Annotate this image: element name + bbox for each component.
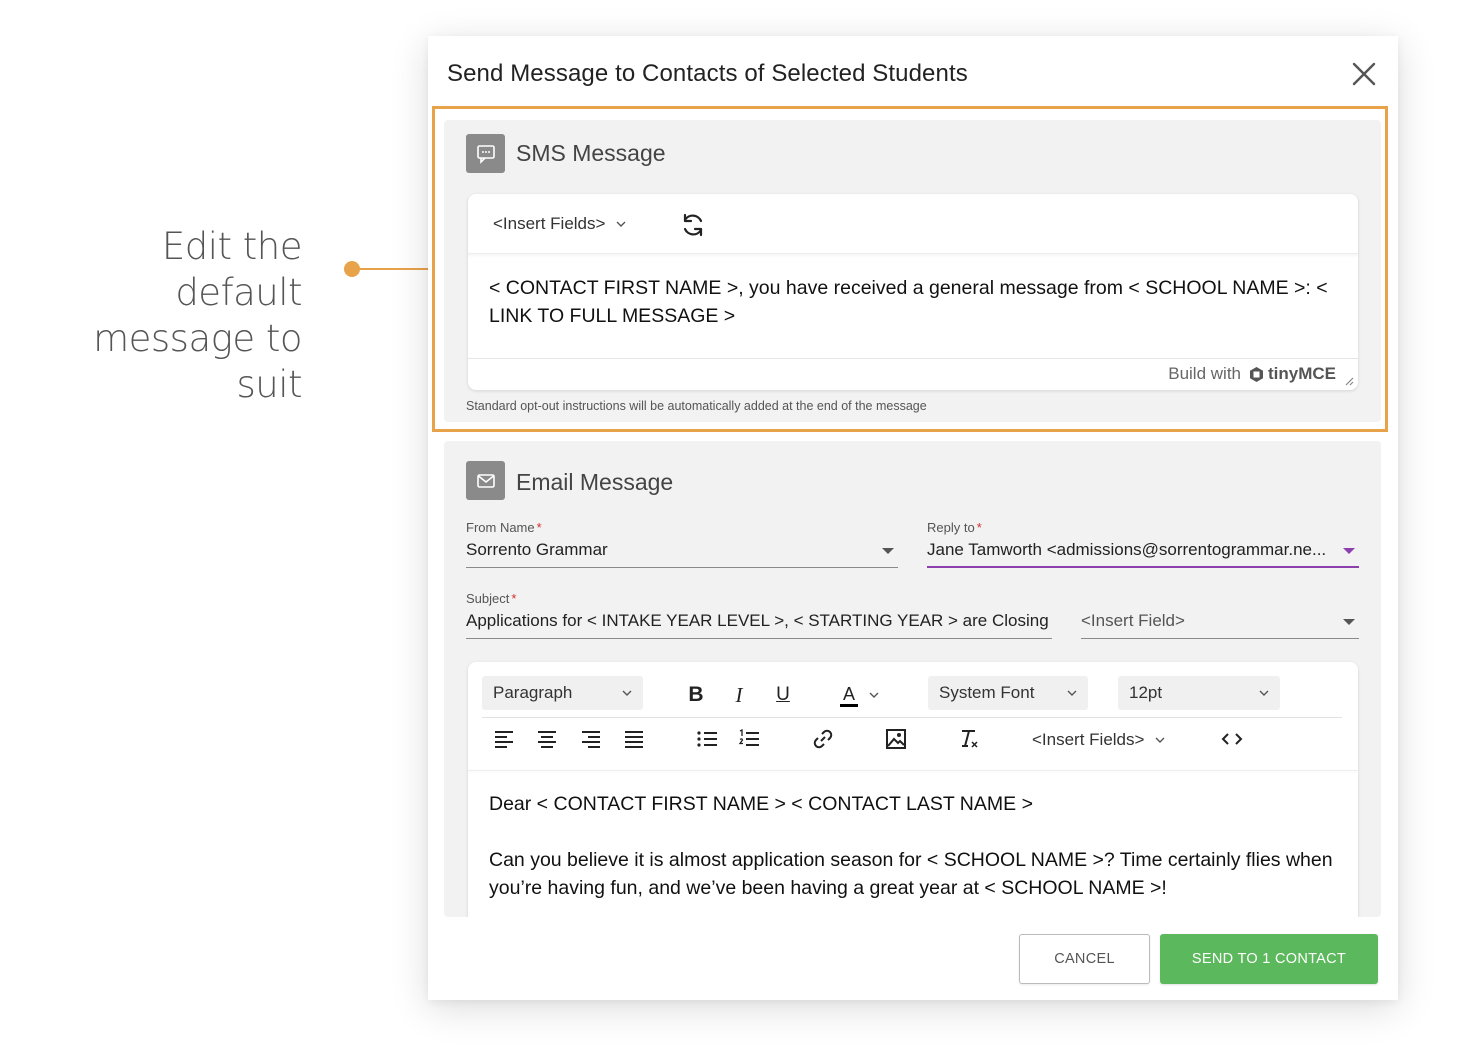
sms-insert-fields-dropdown[interactable]: <Insert Fields> [493,214,627,234]
chevron-down-icon [869,692,879,698]
email-insert-fields-dropdown[interactable]: <Insert Fields> [1032,730,1166,750]
subject-label: Subject * [466,591,517,606]
align-center-icon[interactable] [532,724,562,754]
block-format-select[interactable]: Paragraph [482,676,643,710]
from-name-label: From Name * [466,520,542,535]
chevron-down-icon [1259,690,1269,696]
build-with-credit[interactable]: Build with tinyMCE [1168,364,1336,384]
reply-to-select[interactable]: Jane Tamworth <admissions@sorrentogramma… [927,538,1359,568]
close-icon[interactable] [1348,58,1380,90]
chevron-down-icon [622,690,632,696]
email-greeting: Dear < CONTACT FIRST NAME > < CONTACT LA… [489,793,1033,815]
resize-handle-icon[interactable] [1342,374,1354,386]
subject-insert-field-value: <Insert Field> [1081,611,1185,630]
chevron-down-icon [1067,690,1077,696]
email-section-title: Email Message [516,469,674,495]
dropdown-caret-icon [1343,548,1355,554]
block-format-value: Paragraph [493,683,573,702]
chat-bubble-icon [466,134,505,173]
email-body-text[interactable]: Dear < CONTACT FIRST NAME > < CONTACT LA… [489,790,1349,917]
email-editor[interactable]: Paragraph B I U A System Font 12pt <Inse… [468,662,1358,917]
source-code-icon[interactable] [1217,724,1247,754]
chevron-down-icon [1155,737,1165,743]
subject-insert-field-select[interactable]: <Insert Field> [1081,609,1359,639]
bold-button[interactable]: B [681,680,711,710]
chevron-down-icon [616,221,626,227]
underline-button[interactable]: U [768,680,798,710]
refresh-icon[interactable] [678,210,708,240]
email-toolbar-row-2: <Insert Fields> [482,718,1342,762]
dialog-title: Send Message to Contacts of Selected Stu… [447,60,968,87]
sms-editor-statusbar: Build with tinyMCE [468,358,1358,390]
email-section: Email Message From Name * Sorrento Gramma… [444,441,1381,917]
callout-line-1: Edit the default [161,225,303,314]
tinymce-brand: tinyMCE [1268,364,1336,383]
font-family-select[interactable]: System Font [928,676,1088,710]
numbered-list-icon[interactable] [734,724,764,754]
email-paragraph-1: Can you believe it is almost application… [489,849,1333,899]
align-justify-icon[interactable] [619,724,649,754]
link-icon[interactable] [808,724,838,754]
subject-value: Applications for < INTAKE YEAR LEVEL >, … [466,611,1052,630]
italic-button[interactable]: I [724,680,754,710]
send-message-dialog: Send Message to Contacts of Selected Stu… [428,36,1398,1000]
align-left-icon[interactable] [489,724,519,754]
reply-to-label: Reply to * [927,520,982,535]
text-color-button[interactable]: A [840,680,890,710]
dropdown-caret-icon [1343,619,1355,625]
dropdown-caret-icon [882,548,894,554]
send-button[interactable]: SEND TO 1 CONTACT [1160,934,1378,984]
sms-body-text[interactable]: < CONTACT FIRST NAME >, you have receive… [489,274,1349,330]
email-toolbar-row-1: Paragraph B I U A System Font 12pt [482,674,1342,718]
clear-formatting-icon[interactable] [954,724,984,754]
envelope-icon [466,461,505,500]
toolbar-divider [468,770,1358,771]
email-insert-fields-label: <Insert Fields> [1032,730,1145,749]
sms-section-title: SMS Message [516,140,666,166]
subject-input[interactable]: Applications for < INTAKE YEAR LEVEL >, … [466,609,1052,639]
from-name-select[interactable]: Sorrento Grammar [466,538,898,568]
sms-toolbar: <Insert Fields> [468,194,1358,254]
image-icon[interactable] [881,724,911,754]
sms-opt-out-note: Standard opt-out instructions will be au… [466,399,927,413]
tinymce-logo: tinyMCE [1248,364,1336,384]
build-with-label: Build with [1168,364,1241,383]
sms-editor[interactable]: <Insert Fields> < CONTACT FIRST NAME >, … [468,194,1358,390]
callout-annotation: Edit the default message to suit [30,224,302,408]
from-name-value: Sorrento Grammar [466,540,608,559]
bullet-list-icon[interactable] [692,724,722,754]
sms-section: SMS Message <Insert Fields> < CONTACT FI… [444,120,1381,422]
callout-line-2: message to suit [93,317,302,406]
text-color-icon: A [840,684,859,707]
align-right-icon[interactable] [576,724,606,754]
font-size-value: 12pt [1129,683,1163,702]
sms-insert-fields-label: <Insert Fields> [493,214,606,233]
reply-to-value: Jane Tamworth <admissions@sorrentogramma… [927,540,1327,559]
font-family-value: System Font [939,683,1035,702]
font-size-select[interactable]: 12pt [1118,676,1280,710]
callout-connector [356,268,434,270]
cancel-button[interactable]: CANCEL [1019,934,1150,984]
